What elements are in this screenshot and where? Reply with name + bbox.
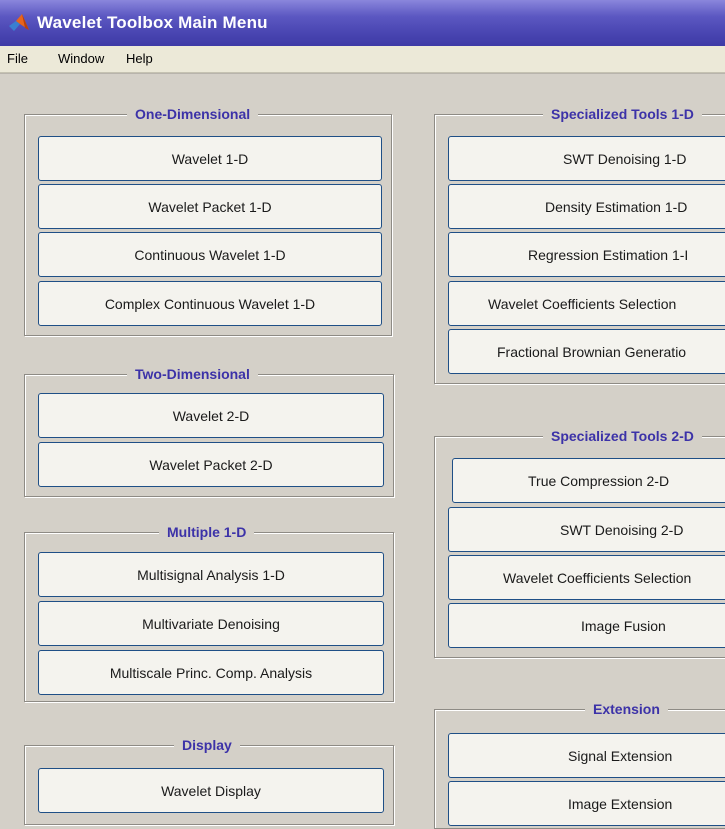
window-title: Wavelet Toolbox Main Menu xyxy=(37,13,268,32)
wavelet-packet-2d-button[interactable]: Wavelet Packet 2-D xyxy=(38,442,384,487)
panel-title-specialized-tools-2d: Specialized Tools 2-D xyxy=(543,427,702,445)
panel-title-extension: Extension xyxy=(585,700,668,718)
panel-title-specialized-tools-1d: Specialized Tools 1-D xyxy=(543,105,702,123)
menu-help[interactable]: Help xyxy=(126,51,153,66)
menu-file[interactable]: File xyxy=(7,51,28,66)
menu-bar: File Window Help xyxy=(0,46,725,73)
panel-title-display: Display xyxy=(174,736,240,754)
wavelet-2d-button[interactable]: Wavelet 2-D xyxy=(38,393,384,438)
wavelet-coefficients-selection-1d-button[interactable]: Wavelet Coefficients Selection xyxy=(448,281,725,326)
density-estimation-1d-button[interactable]: Density Estimation 1-D xyxy=(448,184,725,229)
menu-window[interactable]: Window xyxy=(58,51,104,66)
wavelet-coefficients-selection-2d-button[interactable]: Wavelet Coefficients Selection xyxy=(448,555,725,600)
multiscale-pca-button[interactable]: Multiscale Princ. Comp. Analysis xyxy=(38,650,384,695)
panel-title-two-dimensional: Two-Dimensional xyxy=(127,365,258,383)
complex-continuous-wavelet-1d-button[interactable]: Complex Continuous Wavelet 1-D xyxy=(38,281,382,326)
title-bar[interactable]: Wavelet Toolbox Main Menu xyxy=(0,0,725,46)
image-fusion-button[interactable]: Image Fusion xyxy=(448,603,725,648)
regression-estimation-1d-button[interactable]: Regression Estimation 1-I xyxy=(448,232,725,277)
fractional-brownian-generation-button[interactable]: Fractional Brownian Generatio xyxy=(448,329,725,374)
multisignal-analysis-1d-button[interactable]: Multisignal Analysis 1-D xyxy=(38,552,384,597)
image-extension-button[interactable]: Image Extension xyxy=(448,781,725,826)
swt-denoising-2d-button[interactable]: SWT Denoising 2-D xyxy=(448,507,725,552)
matlab-logo-icon xyxy=(9,14,29,31)
signal-extension-button[interactable]: Signal Extension xyxy=(448,733,725,778)
panel-title-one-dimensional: One-Dimensional xyxy=(127,105,259,123)
continuous-wavelet-1d-button[interactable]: Continuous Wavelet 1-D xyxy=(38,232,382,277)
wavelet-display-button[interactable]: Wavelet Display xyxy=(38,768,384,813)
multivariate-denoising-button[interactable]: Multivariate Denoising xyxy=(38,601,384,646)
wavelet-1d-button[interactable]: Wavelet 1-D xyxy=(38,136,382,181)
panel-title-multiple-1d: Multiple 1-D xyxy=(159,523,255,541)
swt-denoising-1d-button[interactable]: SWT Denoising 1-D xyxy=(448,136,725,181)
wavelet-packet-1d-button[interactable]: Wavelet Packet 1-D xyxy=(38,184,382,229)
true-compression-2d-button[interactable]: True Compression 2-D xyxy=(452,458,725,503)
